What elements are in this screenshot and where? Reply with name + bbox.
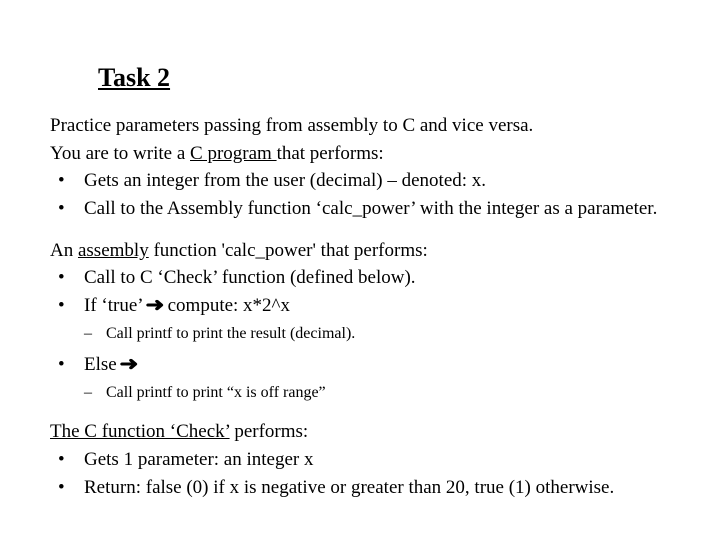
arrow-icon: ➜: [120, 352, 139, 378]
text: You are to write a: [50, 143, 190, 164]
text: Else: [84, 354, 121, 375]
bullet-item: Else ➜: [50, 352, 670, 378]
arrow-icon: ➜: [145, 293, 164, 319]
section-c-program: Practice parameters passing from assembl…: [50, 113, 670, 222]
task-title: Task 2: [98, 60, 670, 95]
check-underline: The C function ‘Check’: [50, 421, 230, 442]
text: compute: x*2^x: [163, 295, 290, 316]
text: that performs:: [277, 143, 384, 164]
section-assembly: An assembly function 'calc_power' that p…: [50, 238, 670, 404]
bullet-item: Gets 1 parameter: an integer x: [50, 447, 670, 473]
bullet-item: Call to the Assembly function ‘calc_powe…: [50, 196, 670, 222]
bullet-item: If ‘true’ ➜ compute: x*2^x: [50, 293, 670, 319]
check-intro: The C function ‘Check’ performs:: [50, 419, 670, 445]
document-page: Task 2 Practice parameters passing from …: [0, 0, 720, 556]
sub-bullets: Call printf to print the result (decimal…: [50, 323, 670, 345]
assembly-bullets-2: Else ➜: [50, 352, 670, 378]
c-program-underline: C program: [190, 143, 277, 164]
assembly-underline: assembly: [78, 240, 149, 261]
sub-bullets-2: Call printf to print “x is off range”: [50, 382, 670, 404]
bullet-item: Gets an integer from the user (decimal) …: [50, 168, 670, 194]
write-c-line: You are to write a C program that perfor…: [50, 141, 670, 167]
sub-item: Call printf to print “x is off range”: [50, 382, 670, 404]
text: performs:: [230, 421, 309, 442]
text: function 'calc_power' that performs:: [149, 240, 428, 261]
section-check: The C function ‘Check’ performs: Gets 1 …: [50, 419, 670, 500]
c-program-bullets: Gets an integer from the user (decimal) …: [50, 168, 670, 221]
bullet-item: Return: false (0) if x is negative or gr…: [50, 475, 670, 501]
sub-item: Call printf to print the result (decimal…: [50, 323, 670, 345]
text: An: [50, 240, 78, 261]
intro-line: Practice parameters passing from assembl…: [50, 113, 670, 139]
text: If ‘true’: [84, 295, 147, 316]
assembly-intro: An assembly function 'calc_power' that p…: [50, 238, 670, 264]
bullet-item: Call to C ‘Check’ function (defined belo…: [50, 265, 670, 291]
check-bullets: Gets 1 parameter: an integer x Return: f…: [50, 447, 670, 500]
assembly-bullets: Call to C ‘Check’ function (defined belo…: [50, 265, 670, 318]
